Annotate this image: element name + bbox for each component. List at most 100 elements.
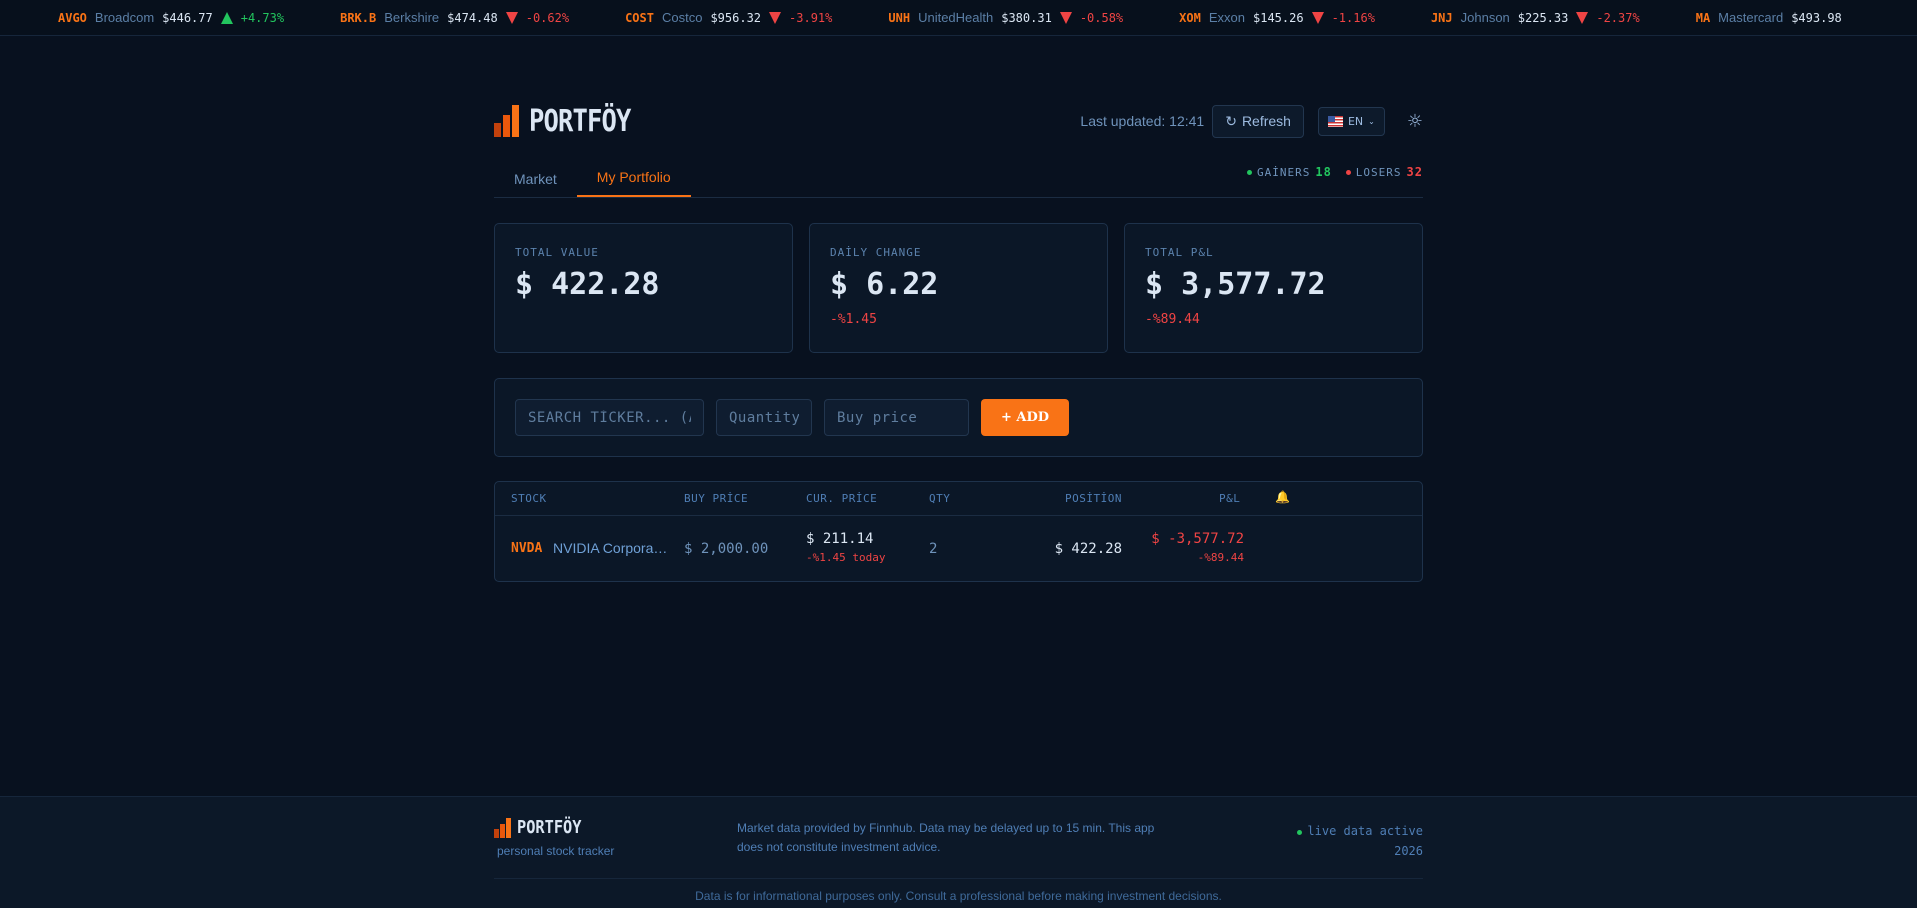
buy-price-input[interactable] (824, 399, 969, 436)
refresh-icon: ↻ (1225, 112, 1237, 129)
col-pnl[interactable]: P&L (1219, 492, 1240, 505)
card-value: $ 422.28 (515, 267, 660, 302)
ticker-name: UnitedHealth (918, 10, 994, 25)
ticker-change: -3.91% (789, 10, 833, 25)
ticker-change: -1.16% (1331, 10, 1375, 25)
refresh-label: Refresh (1241, 113, 1291, 129)
ticker-symbol: BRK.B (340, 10, 377, 25)
app-header: PORTFÖY Last updated: 12:41 ↻ Refresh EN… (494, 96, 1423, 146)
card-value: $ 3,577.72 (1145, 267, 1326, 302)
table-header: STOCK BUY PRİCE CUR. PRİCE QTY POSİTİON … (495, 482, 1422, 516)
gainers-stat: GAİNERS 18 (1246, 165, 1332, 179)
col-qty[interactable]: QTY (929, 492, 950, 505)
ticker-name: Berkshire (384, 10, 440, 25)
row-pnl-percent: -%89.44 (1197, 551, 1244, 564)
live-dot-icon (1297, 830, 1303, 835)
footer-disclaimer: Market data provided by Finnhub. Data ma… (737, 821, 1155, 854)
ticker-symbol: MA (1695, 10, 1711, 25)
col-buy-price[interactable]: BUY PRİCE (684, 492, 748, 505)
row-cur-change: -%1.45 today (806, 551, 886, 564)
ticker-item[interactable]: COST Costco $956.32 -3.91% (597, 10, 860, 25)
row-pnl: $ -3,577.72 (1151, 531, 1244, 547)
ticker-price: $474.48 (447, 10, 498, 25)
down-arrow-icon (1059, 11, 1072, 24)
brand-logo[interactable]: PORTFÖY (494, 104, 648, 139)
tab-market[interactable]: Market (494, 171, 577, 197)
col-position[interactable]: POSİTİON (1065, 492, 1122, 505)
add-position-form: + ADD (494, 378, 1423, 457)
card-label: TOTAL VALUE (515, 246, 599, 259)
ticker-price: $446.77 (162, 10, 213, 25)
row-symbol: NVDA (511, 541, 543, 556)
live-text: live data active (1307, 824, 1423, 838)
down-arrow-icon (1311, 11, 1324, 24)
market-stats: GAİNERS 18 LOSERS 32 (1246, 165, 1423, 179)
red-dot-icon (1345, 169, 1351, 175)
ticker-item[interactable]: XOM Exxon $145.26 -1.16% (1151, 10, 1403, 25)
us-flag-icon (1327, 115, 1343, 127)
bell-icon[interactable]: 🔔 (1275, 490, 1290, 504)
stock-ticker: AVGO Broadcom $446.77 +4.73% BRK.B Berks… (0, 0, 1917, 36)
footer-brand: PORTFÖY (517, 817, 582, 838)
down-arrow-icon (1576, 11, 1589, 24)
brand-name: PORTFÖY (529, 103, 631, 139)
ticker-change: +4.73% (240, 10, 285, 25)
ticker-search-input[interactable] (515, 399, 704, 436)
ticker-item[interactable]: BRK.B Berkshire $474.48 -0.62% (312, 10, 597, 25)
live-status: live data active 2026 (1297, 821, 1423, 861)
language-selector[interactable]: EN ⌄ (1317, 106, 1385, 136)
footer-year: 2026 (1394, 844, 1423, 858)
main-tabs: Market My Portfolio GAİNERS 18 LOSERS 32 (494, 160, 1423, 198)
card-label: TOTAL P&L (1145, 246, 1214, 259)
card-label: DAİLY CHANGE (830, 246, 922, 259)
ticker-price: $145.26 (1253, 10, 1304, 25)
ticker-change: -0.62% (525, 10, 570, 25)
gainers-count: 18 (1315, 165, 1332, 179)
ticker-name: Mastercard (1718, 10, 1784, 25)
ticker-symbol: UNH (888, 10, 911, 25)
footer-note: Data is for informational purposes only.… (695, 889, 1222, 903)
losers-stat: LOSERS 32 (1345, 165, 1423, 179)
row-cur-price: $ 211.14 (806, 531, 874, 547)
ticker-name: Costco (661, 10, 703, 25)
gainers-label: GAİNERS (1256, 165, 1311, 179)
ticker-price: $380.31 (1001, 10, 1052, 25)
green-dot-icon (1246, 169, 1252, 175)
ticker-symbol: JNJ (1430, 10, 1453, 25)
card-value: $ 6.22 (830, 267, 939, 302)
up-arrow-icon (220, 11, 233, 24)
col-cur-price[interactable]: CUR. PRİCE (806, 492, 877, 505)
ticker-item[interactable]: MA Mastercard $493.98 (1668, 10, 1870, 25)
down-arrow-icon (505, 11, 518, 24)
refresh-button[interactable]: ↻ Refresh (1212, 104, 1304, 138)
ticker-symbol: XOM (1179, 10, 1201, 25)
ticker-change: -0.58% (1079, 10, 1124, 25)
ticker-price: $493.98 (1791, 10, 1842, 25)
total-value-card: TOTAL VALUE $ 422.28 (494, 223, 793, 353)
language-code: EN (1347, 114, 1364, 128)
ticker-name: Exxon (1208, 10, 1245, 25)
footer-logo: PORTFÖY (494, 817, 593, 838)
col-stock[interactable]: STOCK (511, 492, 547, 505)
ticker-item[interactable]: JNJ Johnson $225.33 -2.37% (1403, 10, 1668, 25)
ticker-price: $225.33 (1517, 10, 1569, 25)
quantity-input[interactable] (716, 399, 812, 436)
tab-my-portfolio[interactable]: My Portfolio (576, 169, 691, 197)
ticker-item[interactable]: AVGO Broadcom $446.77 +4.73% (0, 10, 312, 25)
losers-count: 32 (1406, 165, 1423, 179)
ticker-name: Johnson (1460, 10, 1510, 25)
total-pnl-card: TOTAL P&L $ 3,577.72 -%89.44 (1124, 223, 1423, 353)
row-qty: 2 (929, 541, 938, 557)
losers-label: LOSERS (1355, 165, 1402, 179)
table-row[interactable]: NVDA NVIDIA Corporation $ 2,000.00 $ 211… (495, 516, 1422, 582)
bar-chart-icon (494, 105, 519, 137)
portfolio-table: STOCK BUY PRİCE CUR. PRİCE QTY POSİTİON … (494, 481, 1423, 582)
ticker-change: -2.37% (1596, 10, 1640, 25)
daily-change-card: DAİLY CHANGE $ 6.22 -%1.45 (809, 223, 1108, 353)
ticker-item[interactable]: UNH UnitedHealth $380.31 -0.58% (860, 10, 1151, 25)
down-arrow-icon (769, 11, 782, 24)
add-button[interactable]: + ADD (981, 399, 1070, 436)
ticker-price: $956.32 (710, 10, 762, 25)
card-sub: -%89.44 (1145, 312, 1200, 327)
theme-toggle-icon[interactable]: ☼ (1407, 111, 1423, 132)
